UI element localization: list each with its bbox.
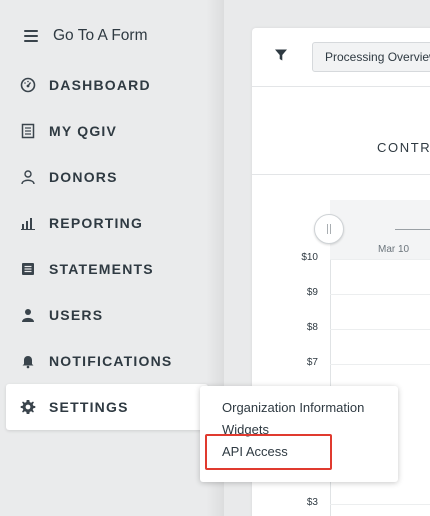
sidebar-item-my-qgiv[interactable]: MY QGIV <box>20 116 117 146</box>
sidebar-item-statements[interactable]: STATEMENTS <box>20 254 154 284</box>
divider <box>252 174 430 175</box>
gridline <box>330 329 430 330</box>
document-icon <box>20 123 36 139</box>
bar-chart-icon <box>20 215 36 231</box>
statements-icon <box>20 261 36 277</box>
grip-icon <box>327 224 331 234</box>
sidebar-item-reporting[interactable]: REPORTING <box>20 208 143 238</box>
sidebar-item-donors[interactable]: DONORS <box>20 162 118 192</box>
sidebar-item-dashboard[interactable]: DASHBOARD <box>20 70 151 100</box>
sidebar-item-settings[interactable]: SETTINGS <box>20 392 129 422</box>
divider <box>252 86 430 87</box>
menu-item-organization-information[interactable]: Organization Information <box>222 400 364 415</box>
user-icon <box>20 307 36 323</box>
dashboard-icon <box>20 77 36 93</box>
filter-icon[interactable] <box>274 48 288 62</box>
gridline <box>330 504 430 505</box>
bell-icon <box>20 353 36 369</box>
y-tick-label: $10 <box>301 252 318 263</box>
y-tick-label: $9 <box>306 287 318 298</box>
sidebar-item-label: STATEMENTS <box>49 261 154 277</box>
api-access-highlight-box <box>205 434 332 470</box>
sidebar-item-label: DASHBOARD <box>49 77 151 93</box>
sidebar-item-label: REPORTING <box>49 215 144 231</box>
sidebar-item-notifications[interactable]: NOTIFICATIONS <box>20 346 172 376</box>
y-tick-label: $8 <box>306 322 318 333</box>
range-date-label: Mar 10 <box>378 244 410 255</box>
sidebar-item-label: USERS <box>49 307 104 323</box>
sidebar-item-label: SETTINGS <box>49 399 129 415</box>
gridline <box>330 294 430 295</box>
sidebar-item-label: MY QGIV <box>49 123 118 139</box>
hamburger-icon <box>24 30 38 42</box>
section-title: CONTRI <box>377 140 430 155</box>
go-to-form-label: Go To A Form <box>53 27 148 44</box>
report-type-select[interactable]: Processing Overview <box>312 42 430 72</box>
gear-icon <box>20 399 36 415</box>
sidebar-item-label: DONORS <box>49 169 118 185</box>
go-to-form-button[interactable]: Go To A Form <box>24 22 147 50</box>
gridline <box>330 364 430 365</box>
range-line <box>395 229 430 230</box>
sidebar-item-label: NOTIFICATIONS <box>49 353 173 369</box>
range-slider-handle[interactable] <box>314 214 344 244</box>
sidebar-item-users[interactable]: USERS <box>20 300 103 330</box>
y-tick-label: $3 <box>306 497 318 508</box>
gridline <box>330 259 430 260</box>
donors-icon <box>20 169 36 185</box>
y-tick-label: $7 <box>306 357 318 368</box>
